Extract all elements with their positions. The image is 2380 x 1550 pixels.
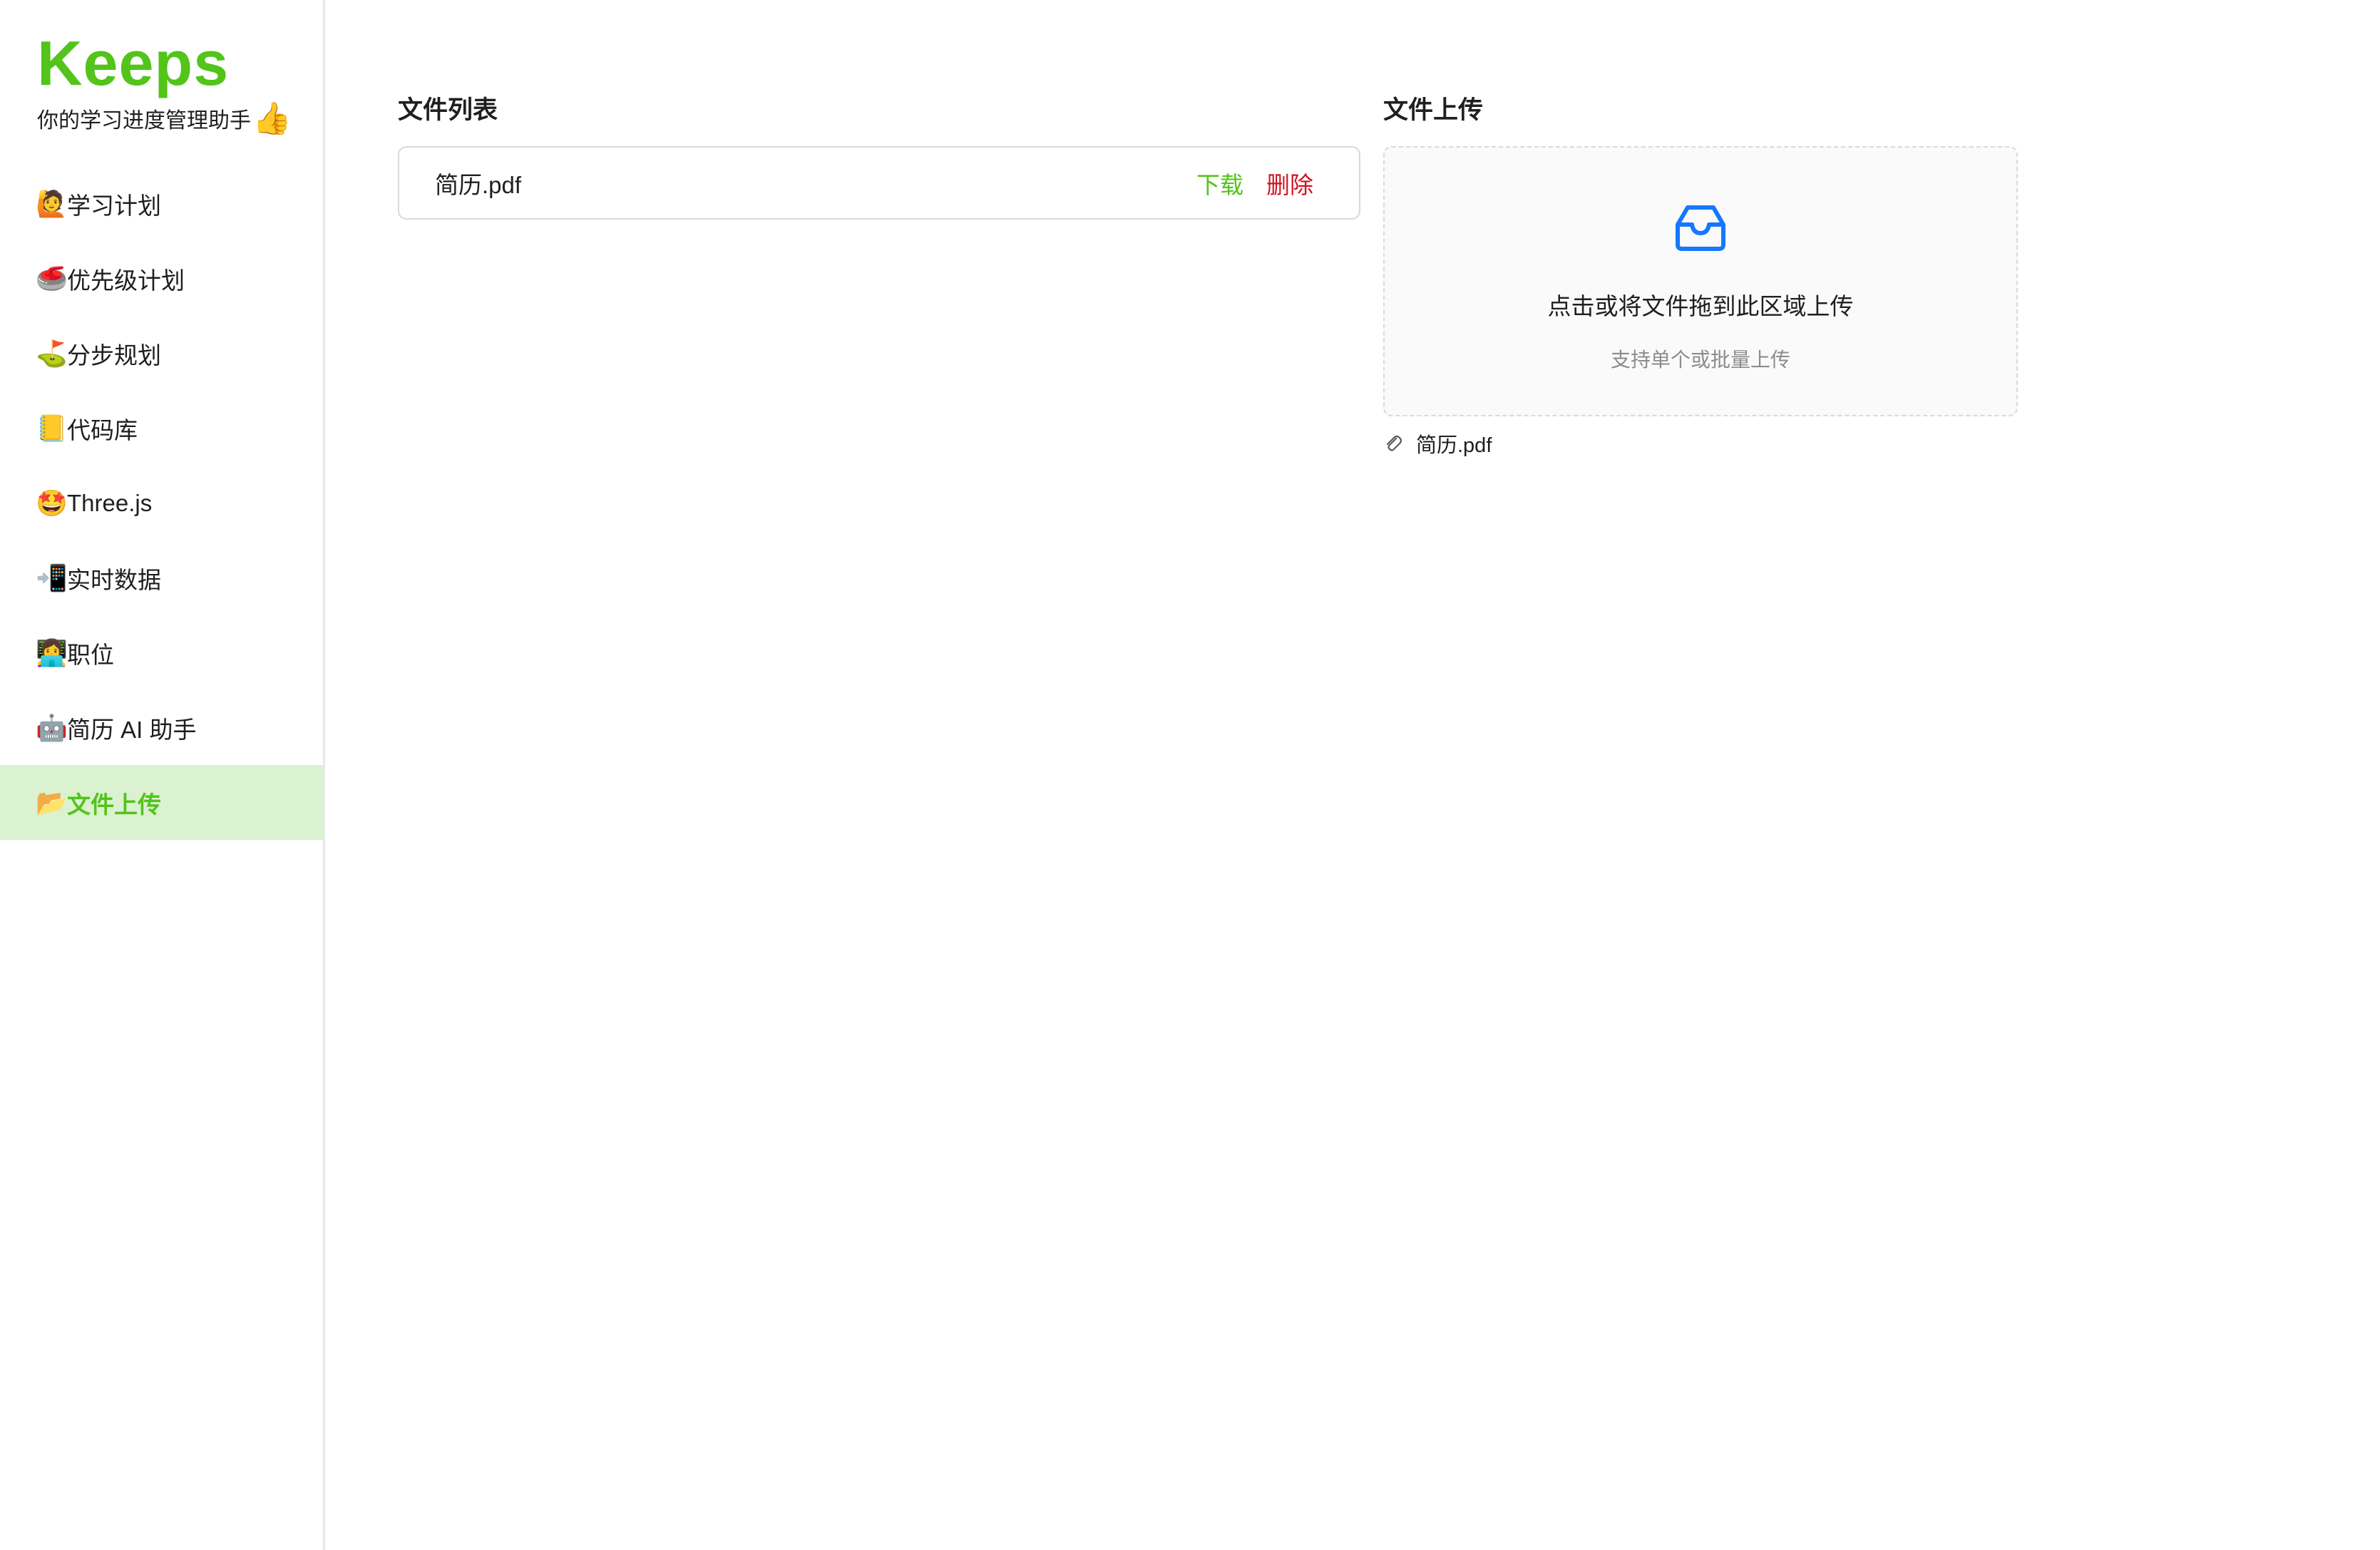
sidebar-item-study-plan[interactable]: 🙋 学习计划	[0, 166, 323, 241]
star-struck-icon: 🤩	[36, 488, 68, 518]
file-name: 简历.pdf	[435, 171, 522, 198]
thumbs-up-icon: 👍	[252, 101, 292, 136]
sidebar-item-label: Three.js	[67, 489, 153, 516]
sidebar-item-label: 代码库	[67, 416, 138, 443]
sidebar-item-label: 简历 AI 助手	[67, 716, 197, 743]
sidebar-item-label: 分步规划	[67, 342, 161, 369]
app-logo-text: Keeps	[37, 28, 230, 98]
paperclip-icon	[1386, 435, 1402, 451]
sidebar-item-realtime-data[interactable]: 📲 实时数据	[0, 540, 323, 615]
mobile-arrow-icon: 📲	[36, 563, 68, 592]
sidebar: Keeps 你的学习进度管理助手 👍 🙋 学习计划 🥌 优先级计划 ⛳ 分步规划…	[0, 0, 325, 1550]
inbox-icon	[1676, 205, 1725, 251]
notebook-icon: 📒	[36, 413, 68, 443]
sidebar-item-file-upload[interactable]: 📂 文件上传	[0, 765, 323, 840]
folder-icon: 📂	[36, 787, 68, 817]
raising-hand-icon: 🙋	[36, 188, 68, 218]
file-list-item: 简历.pdf 下载 删除	[398, 146, 1360, 220]
sidebar-item-threejs[interactable]: 🤩 Three.js	[0, 466, 323, 540]
file-list-title: 文件列表	[398, 96, 498, 124]
uploaded-file-name: 简历.pdf	[1416, 434, 1492, 457]
curling-stone-icon: 🥌	[36, 263, 68, 293]
sidebar-item-label: 职位	[67, 641, 114, 668]
sidebar-item-step-planning[interactable]: ⛳ 分步规划	[0, 316, 323, 391]
sidebar-item-label: 文件上传	[67, 791, 161, 818]
sidebar-item-resume-ai[interactable]: 🤖 简历 AI 助手	[0, 690, 323, 765]
sidebar-item-priority-plan[interactable]: 🥌 优先级计划	[0, 241, 323, 316]
dropzone-text: 点击或将文件拖到此区域上传	[1547, 293, 1854, 319]
download-link[interactable]: 下载	[1196, 166, 1243, 200]
sidebar-item-label: 实时数据	[67, 566, 161, 593]
upload-title: 文件上传	[1383, 96, 1484, 124]
delete-link[interactable]: 删除	[1266, 166, 1313, 200]
technologist-icon: 👩‍💻	[36, 637, 68, 667]
sidebar-item-code-library[interactable]: 📒 代码库	[0, 391, 323, 466]
sidebar-item-label: 学习计划	[67, 192, 161, 219]
uploaded-file-item[interactable]: 简历.pdf	[1383, 428, 1492, 459]
app-tagline: 你的学习进度管理助手 👍	[37, 100, 292, 137]
sidebar-menu: 🙋 学习计划 🥌 优先级计划 ⛳ 分步规划 📒 代码库 🤩 Three.js 📲…	[0, 166, 323, 840]
sidebar-item-jobs[interactable]: 👩‍💻 职位	[0, 615, 323, 690]
upload-dropzone[interactable]: 点击或将文件拖到此区域上传 支持单个或批量上传	[1383, 146, 2018, 416]
dropzone-hint: 支持单个或批量上传	[1610, 349, 1790, 371]
golf-flag-icon: ⛳	[36, 338, 68, 368]
sidebar-item-label: 优先级计划	[67, 267, 185, 294]
robot-icon: 🤖	[36, 712, 68, 742]
tagline-text: 你的学习进度管理助手	[37, 109, 251, 133]
